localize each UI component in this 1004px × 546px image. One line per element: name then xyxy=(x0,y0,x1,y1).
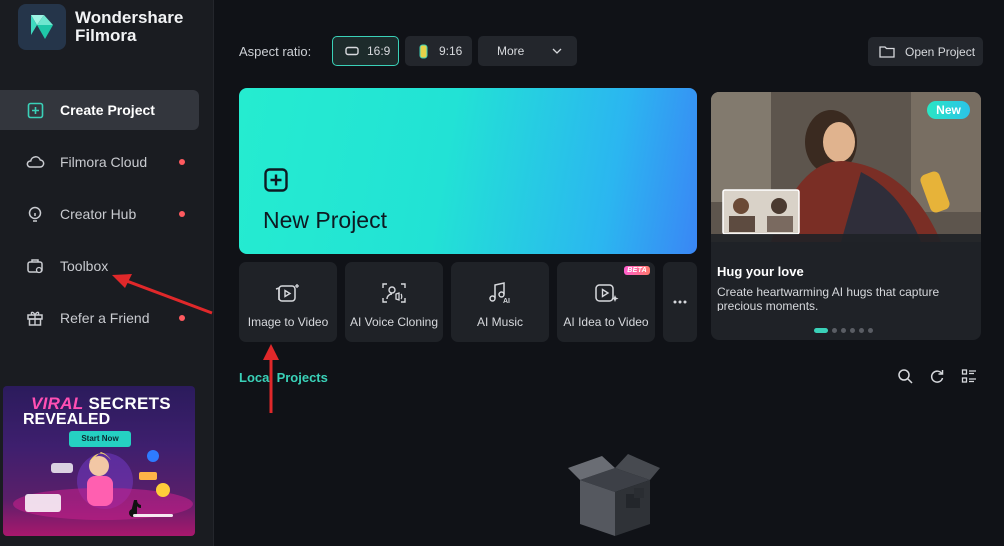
pager-dot-active[interactable] xyxy=(814,328,828,333)
tool-ai-idea-to-video[interactable]: BETA AI Idea to Video xyxy=(557,262,655,342)
folder-icon xyxy=(879,46,895,58)
pager-dot[interactable] xyxy=(841,328,846,333)
tool-label: AI Voice Cloning xyxy=(349,315,439,329)
sidebar-item-creator-hub[interactable]: Creator Hub xyxy=(0,194,199,234)
pager-dot[interactable] xyxy=(832,328,837,333)
pager-dot[interactable] xyxy=(850,328,855,333)
sidebar-item-label: Refer a Friend xyxy=(60,310,150,326)
toolbox-icon xyxy=(25,256,45,276)
portrait-icon xyxy=(419,44,428,58)
aspect-more-label: More xyxy=(497,44,525,58)
brand-line-1: Wondershare xyxy=(75,8,184,27)
tool-label: AI Idea to Video xyxy=(563,315,649,329)
tool-image-to-video[interactable]: Image to Video xyxy=(239,262,337,342)
sidebar-item-refer-a-friend[interactable]: Refer a Friend xyxy=(0,298,199,338)
beta-badge: BETA xyxy=(624,266,650,275)
aspect-16-9-button[interactable]: 16:9 xyxy=(332,36,399,66)
music-note-icon: AI xyxy=(451,282,549,304)
sidebar: Wondershare Filmora Create Project Filmo… xyxy=(0,0,214,546)
tool-ai-voice-cloning[interactable]: AI Voice Cloning xyxy=(345,262,443,342)
sidebar-item-label: Filmora Cloud xyxy=(60,154,148,170)
sidebar-item-label: Creator Hub xyxy=(60,206,137,222)
new-project-card[interactable]: New Project xyxy=(239,88,697,254)
aspect-more-dropdown[interactable]: More xyxy=(478,36,577,66)
tool-label: AI Music xyxy=(476,315,523,329)
svg-text:AI: AI xyxy=(503,298,510,304)
more-horizontal-icon xyxy=(673,300,687,304)
sidebar-item-label: Toolbox xyxy=(60,258,109,274)
pager-dot[interactable] xyxy=(868,328,873,333)
search-icon[interactable] xyxy=(897,368,913,384)
notification-dot xyxy=(179,211,185,217)
notification-dot xyxy=(179,315,185,321)
feature-image: New xyxy=(711,92,981,242)
plus-square-icon xyxy=(25,100,45,120)
carousel-pager xyxy=(814,328,873,333)
local-projects-actions xyxy=(897,368,977,384)
bulb-icon xyxy=(25,204,45,224)
new-project-label: New Project xyxy=(263,207,387,233)
arrow-to-image-to-video-head xyxy=(263,344,279,360)
aspect-ratio-label: Aspect ratio: xyxy=(239,44,312,59)
feature-card[interactable]: New Hug your love Create heartwarming AI… xyxy=(711,92,981,340)
landscape-icon xyxy=(345,46,359,56)
sidebar-item-filmora-cloud[interactable]: Filmora Cloud xyxy=(0,142,199,182)
aspect-9-16-label: 9:16 xyxy=(439,44,463,58)
empty-box-icon xyxy=(568,454,660,536)
tool-label: Image to Video xyxy=(247,315,329,329)
new-badge: New xyxy=(927,101,970,119)
aspect-9-16-button[interactable]: 9:16 xyxy=(405,36,472,66)
idea-to-video-icon xyxy=(557,282,655,304)
open-project-label: Open Project xyxy=(905,44,976,59)
voice-cloning-icon xyxy=(345,282,443,304)
sidebar-item-create-project[interactable]: Create Project xyxy=(0,90,199,130)
refresh-icon[interactable] xyxy=(929,368,945,384)
list-view-icon[interactable] xyxy=(961,368,977,384)
more-tools-button[interactable] xyxy=(663,262,697,342)
pager-dot[interactable] xyxy=(859,328,864,333)
notification-dot xyxy=(179,159,185,165)
sidebar-item-label: Create Project xyxy=(60,102,155,118)
promo-banner[interactable]: VIRAL SECRETS REVEALED Start Now xyxy=(3,386,195,536)
sidebar-item-toolbox[interactable]: Toolbox xyxy=(0,246,199,286)
feature-title: Hug your love xyxy=(717,264,804,279)
chevron-down-icon xyxy=(552,48,562,54)
local-projects-title: Local Projects xyxy=(239,370,328,385)
sidebar-nav: Create Project Filmora Cloud Creator Hub… xyxy=(0,90,214,350)
brand: Wondershare Filmora xyxy=(18,4,183,50)
feature-description: Create heartwarming AI hugs that capture… xyxy=(717,285,940,311)
image-to-video-icon xyxy=(239,282,337,304)
filmora-logo-icon xyxy=(18,4,66,50)
cloud-icon xyxy=(25,152,45,172)
tool-ai-music[interactable]: AI AI Music xyxy=(451,262,549,342)
open-project-button[interactable]: Open Project xyxy=(868,37,983,66)
brand-line-2: Filmora xyxy=(75,26,137,45)
promo-illustration xyxy=(13,450,193,520)
gift-icon xyxy=(25,308,45,328)
brand-name: Wondershare Filmora xyxy=(75,9,183,45)
aspect-16-9-label: 16:9 xyxy=(367,44,391,58)
plus-square-icon xyxy=(264,168,288,197)
